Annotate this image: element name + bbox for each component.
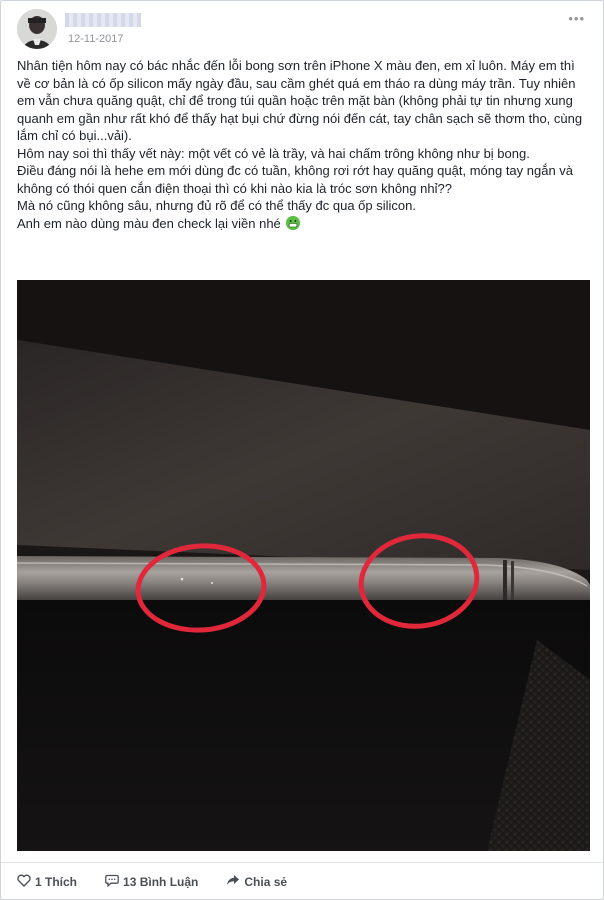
divider <box>1 862 603 863</box>
author-name-redacted[interactable] <box>65 13 141 27</box>
post-paragraph-last: Anh em nào dùng màu đen check lại viền n… <box>17 215 587 233</box>
post-paragraph: Mà nó cũng không sâu, nhưng đủ rõ để có … <box>17 198 416 213</box>
comment-label: 13 Bình Luận <box>123 875 199 889</box>
post-paragraph: Điều đáng nói là hehe em mới dùng đc có … <box>17 163 574 196</box>
post-actions: 1 Thích 13 Bình Luận Chia sẻ <box>17 871 315 893</box>
post-paragraph: Nhân tiện hôm nay có bác nhắc đến lỗi bo… <box>17 58 583 143</box>
like-label: 1 Thích <box>35 875 78 889</box>
post-paragraph: Hôm nay soi thì thấy vết này: một vết có… <box>17 145 530 161</box>
post-body: Nhân tiện hôm nay có bác nhắc đến lỗi bo… <box>17 57 587 232</box>
post-paragraph-text: Anh em nào dùng màu đen check lại viền n… <box>17 215 281 231</box>
heart-icon <box>17 874 35 890</box>
avatar[interactable] <box>17 9 57 49</box>
like-button[interactable]: 1 Thích <box>17 874 77 890</box>
grinning-face-icon <box>286 215 301 230</box>
post-header: 12-11-2017 ••• <box>17 9 589 49</box>
comment-button[interactable]: 13 Bình Luận <box>105 874 198 890</box>
share-button[interactable]: Chia sẻ <box>226 874 287 890</box>
post-date[interactable]: 12-11-2017 <box>68 33 123 45</box>
post-card: 12-11-2017 ••• Nhân tiện hôm nay có bác … <box>0 0 604 900</box>
share-label: Chia sẻ <box>244 875 288 889</box>
comment-icon <box>105 874 123 890</box>
share-icon <box>226 874 244 890</box>
post-photo[interactable] <box>17 280 590 851</box>
ellipsis-icon[interactable]: ••• <box>568 11 585 26</box>
